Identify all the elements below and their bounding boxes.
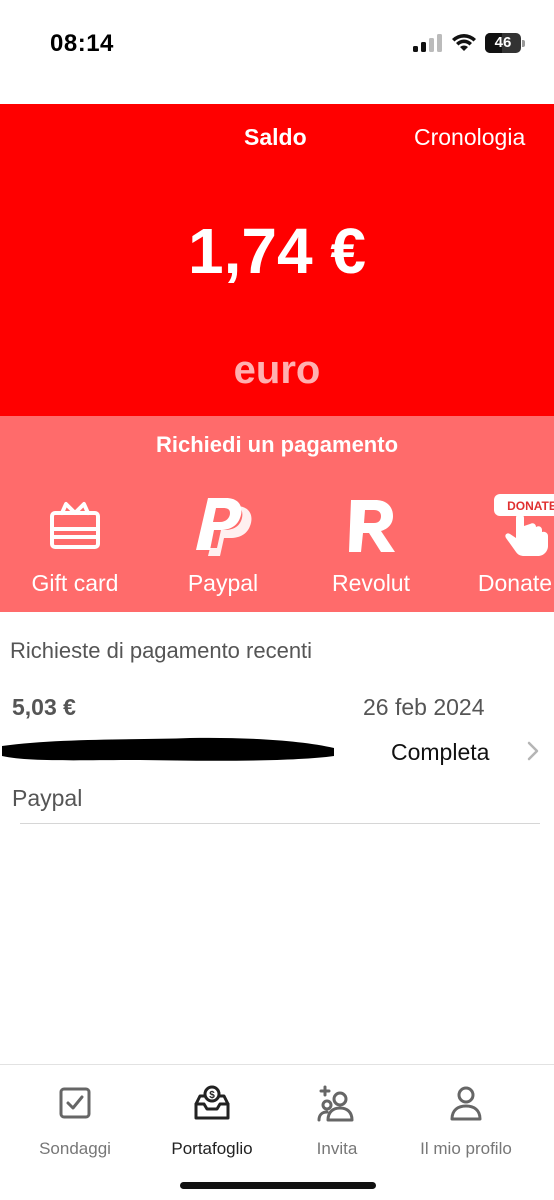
balance-panel: Saldo Cronologia 1,74 € euro — [0, 104, 554, 416]
battery-percentage: 46 — [494, 34, 512, 51]
payment-status: Completa — [391, 739, 490, 765]
bottom-nav: Sondaggi $ Portafoglio Invita Il mio pro… — [0, 1064, 554, 1200]
method-label: Gift card — [31, 570, 119, 596]
nav-label: Portafoglio — [171, 1139, 253, 1158]
svg-text:$: $ — [209, 1090, 215, 1101]
payment-date: 26 feb 2024 — [363, 694, 485, 720]
method-label: Donate — [477, 570, 553, 596]
method-revolut[interactable]: Revolut — [296, 494, 446, 597]
wifi-icon — [452, 34, 476, 51]
method-gift-card[interactable]: Gift card — [0, 494, 150, 597]
method-label: Revolut — [332, 570, 410, 596]
wallet-icon: $ — [194, 1085, 230, 1120]
user-icon — [450, 1086, 482, 1121]
tab-saldo[interactable]: Saldo — [244, 124, 307, 151]
row-divider — [20, 823, 540, 824]
request-payment-title: Richiedi un pagamento — [155, 432, 399, 457]
recent-requests-title: Richieste di pagamento recenti — [10, 638, 313, 663]
method-label: Paypal — [187, 570, 259, 596]
nav-sondaggi[interactable]: Sondaggi — [5, 1083, 145, 1159]
status-bar: 08:14 46 — [0, 0, 554, 104]
checkbox-icon — [59, 1087, 91, 1119]
battery-icon: 46 — [485, 33, 525, 53]
redacted-text — [2, 737, 334, 761]
method-paypal[interactable]: Paypal — [148, 494, 298, 597]
nav-label: Il mio profilo — [420, 1139, 512, 1158]
donate-badge-text: DONATE — [507, 499, 554, 513]
nav-label: Sondaggi — [39, 1139, 111, 1158]
nav-portafoglio[interactable]: $ Portafoglio — [142, 1083, 282, 1159]
nav-invita[interactable]: Invita — [267, 1083, 407, 1159]
paypal-icon — [196, 498, 252, 556]
nav-label: Invita — [316, 1139, 358, 1158]
revolut-icon — [349, 500, 395, 552]
status-time: 08:14 — [50, 30, 114, 57]
payment-method: Paypal — [12, 785, 83, 811]
gift-card-icon — [50, 502, 100, 549]
payment-amount: 5,03 € — [12, 694, 76, 720]
balance-currency: euro — [233, 348, 321, 392]
home-indicator — [180, 1182, 376, 1189]
nav-profilo[interactable]: Il mio profilo — [396, 1083, 536, 1159]
tab-cronologia[interactable]: Cronologia — [414, 124, 525, 151]
donate-icon: DONATE — [494, 494, 554, 556]
invite-users-icon — [317, 1085, 354, 1122]
cellular-signal-icon — [413, 34, 443, 52]
request-payment-panel: Richiedi un pagamento Gift card Paypal R… — [0, 416, 554, 612]
method-donate[interactable]: DONATE Donate — [440, 494, 554, 597]
chevron-right-icon — [527, 741, 539, 761]
balance-amount: 1,74 € — [188, 215, 366, 287]
